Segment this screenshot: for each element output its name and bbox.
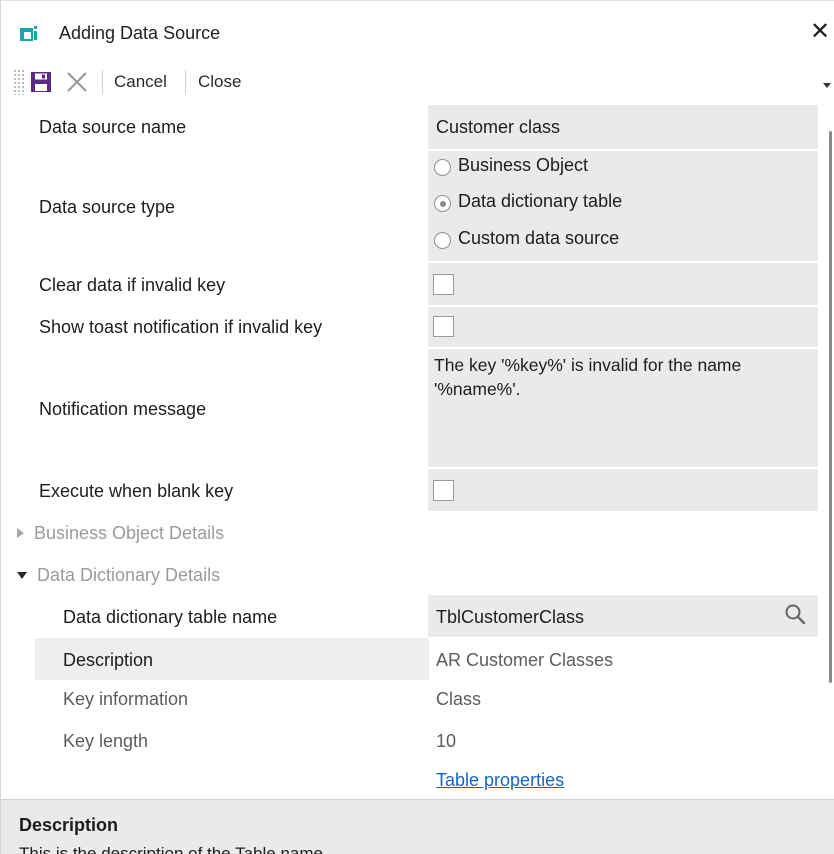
dd-key-information-value: Class: [436, 689, 482, 709]
row-dd-table-name: Data dictionary table name TblCustomerCl…: [1, 595, 819, 637]
dd-key-length-label: Key length: [63, 731, 149, 751]
dd-key-length-value: 10: [436, 731, 457, 751]
execute-blank-label: Execute when blank key: [39, 481, 234, 501]
toolbar-separator: [102, 70, 103, 94]
data-dictionary-table-radio[interactable]: [434, 195, 451, 212]
close-button[interactable]: Close: [198, 72, 241, 92]
show-toast-checkbox[interactable]: [433, 316, 454, 337]
dd-description-cell: AR Customer Classes: [428, 638, 818, 680]
group-data-dictionary-label: Data Dictionary Details: [37, 565, 221, 585]
dd-table-name-value: TblCustomerClass: [436, 607, 585, 627]
dialog-title: Adding Data Source: [59, 23, 221, 43]
toolbar: Cancel Close: [1, 63, 834, 101]
execute-blank-cell: [428, 469, 818, 511]
business-object-radio-label[interactable]: Business Object: [458, 155, 588, 176]
vertical-scrollbar[interactable]: [829, 131, 832, 683]
search-icon[interactable]: [784, 603, 806, 625]
collapse-triangle-icon: [17, 571, 27, 579]
data-source-name-field[interactable]: Customer class: [428, 105, 818, 149]
description-panel-title: Description: [19, 815, 119, 835]
show-toast-cell: [428, 307, 818, 347]
toolbar-grip[interactable]: [13, 69, 25, 95]
notification-message-value: The key '%key%' is invalid for the name …: [434, 355, 742, 399]
custom-data-source-radio[interactable]: [434, 232, 451, 249]
row-data-source-type: Data source type Business Object Data di…: [1, 151, 819, 261]
save-icon[interactable]: [29, 70, 53, 94]
dd-key-length-cell: 10: [428, 722, 818, 764]
notification-message-label: Notification message: [39, 399, 207, 419]
notification-message-field[interactable]: The key '%key%' is invalid for the name …: [428, 349, 818, 467]
dd-table-name-label: Data dictionary table name: [63, 607, 278, 627]
expand-triangle-icon: [17, 528, 24, 539]
data-source-type-field: Business Object Data dictionary table Cu…: [428, 151, 818, 261]
data-source-name-value: Customer class: [436, 117, 561, 137]
property-grid: Data source name Customer class Data sou…: [1, 105, 834, 799]
business-object-radio[interactable]: [434, 159, 451, 176]
group-business-object-label: Business Object Details: [34, 523, 225, 543]
description-panel-body: This is the description of the Table nam…: [19, 844, 323, 854]
row-notification-message: Notification message The key '%key%' is …: [1, 349, 819, 467]
toolbar-separator: [185, 70, 186, 94]
row-dd-key-information: Key information Class: [1, 680, 819, 722]
table-properties-cell: Table properties: [428, 764, 818, 798]
row-data-source-name: Data source name Customer class: [1, 105, 819, 149]
data-source-type-label: Data source type: [39, 197, 176, 217]
dd-description-value: AR Customer Classes: [436, 650, 614, 670]
dd-table-name-field[interactable]: TblCustomerClass: [428, 595, 818, 637]
dd-key-information-cell: Class: [428, 680, 818, 722]
row-dd-description: Description AR Customer Classes: [1, 638, 819, 680]
title-bar: Adding Data Source ✕: [1, 1, 834, 63]
row-clear-data: Clear data if invalid key: [1, 263, 819, 305]
dd-key-information-label: Key information: [63, 689, 189, 709]
adding-data-source-dialog: Adding Data Source ✕ Cancel Close Data s…: [0, 0, 834, 854]
row-show-toast: Show toast notification if invalid key: [1, 307, 819, 347]
data-source-name-label: Data source name: [39, 117, 187, 137]
app-icon: [20, 26, 37, 41]
execute-blank-checkbox[interactable]: [433, 480, 454, 501]
show-toast-label: Show toast notification if invalid key: [39, 317, 323, 337]
table-properties-link[interactable]: Table properties: [436, 770, 564, 791]
row-execute-blank: Execute when blank key: [1, 469, 819, 511]
toolbar-overflow-icon[interactable]: [823, 83, 831, 88]
clear-data-checkbox[interactable]: [433, 274, 454, 295]
cancel-x-icon[interactable]: [64, 70, 90, 94]
data-dictionary-table-radio-label[interactable]: Data dictionary table: [458, 191, 622, 212]
group-business-object-details[interactable]: Business Object Details: [17, 523, 224, 544]
group-data-dictionary-details[interactable]: Data Dictionary Details: [17, 565, 220, 586]
clear-data-label: Clear data if invalid key: [39, 275, 226, 295]
close-window-icon[interactable]: ✕: [807, 17, 833, 47]
cancel-button[interactable]: Cancel: [114, 72, 167, 92]
custom-data-source-radio-label[interactable]: Custom data source: [458, 228, 619, 249]
row-table-properties: Table properties: [1, 764, 819, 798]
description-panel: Description This is the description of t…: [1, 799, 834, 854]
dd-description-label: Description: [63, 650, 154, 670]
row-dd-key-length: Key length 10: [1, 722, 819, 764]
clear-data-cell: [428, 263, 818, 305]
